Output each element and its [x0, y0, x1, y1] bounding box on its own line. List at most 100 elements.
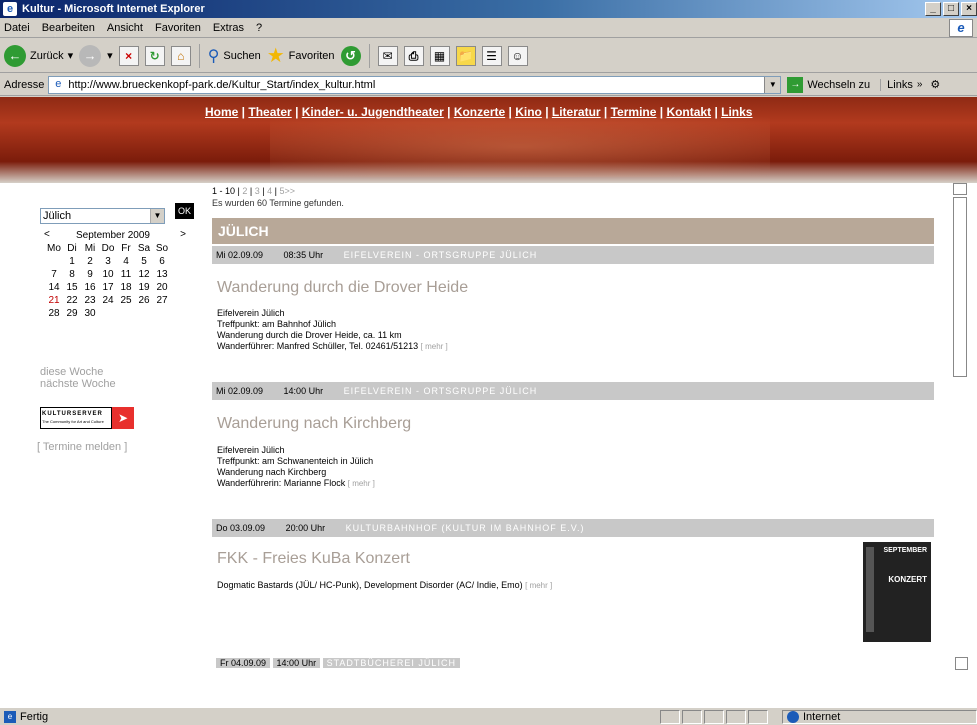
forward-button[interactable]: → — [79, 44, 102, 67]
calendar-day[interactable]: 24 — [99, 295, 117, 306]
calendar-day[interactable]: 4 — [117, 256, 135, 267]
chevron-right-icon[interactable]: » — [917, 79, 923, 90]
event-organizer[interactable]: EIFELVEREIN - ORTSGRUPPE JÜLICH — [344, 386, 538, 396]
calendar-day[interactable]: 6 — [153, 256, 171, 267]
favorites-button[interactable]: ★ Favoriten — [267, 45, 335, 67]
nav-kontakt[interactable]: Kontakt — [666, 105, 711, 119]
nav-konzerte[interactable]: Konzerte — [454, 105, 505, 119]
next-week-link[interactable]: nächste Woche — [40, 378, 116, 390]
nav-theater[interactable]: Theater — [248, 105, 291, 119]
ok-button[interactable]: OK — [175, 203, 194, 219]
address-input[interactable]: e http://www.brueckenkopf-park.de/Kultur… — [48, 75, 782, 94]
stop-icon[interactable]: × — [118, 45, 139, 66]
calendar-day[interactable]: 29 — [63, 308, 81, 319]
calendar-day[interactable]: 13 — [153, 269, 171, 280]
nav-links[interactable]: Links — [721, 105, 752, 119]
messenger-icon[interactable]: ☺ — [507, 45, 528, 66]
go-button[interactable]: Wechseln zu — [807, 79, 870, 91]
nav-termine[interactable]: Termine — [611, 105, 657, 119]
calendar-day[interactable]: 23 — [81, 295, 99, 306]
event-organizer[interactable]: KULTURBAHNHOF (KULTUR IM BAHNHOF E.V.) — [346, 523, 585, 533]
report-event-link[interactable]: [ Termine melden ] — [37, 441, 127, 453]
calendar-day[interactable]: 22 — [63, 295, 81, 306]
menu-ansicht[interactable]: Ansicht — [107, 22, 143, 34]
calendar-day[interactable]: 11 — [117, 269, 135, 280]
search-button[interactable]: ⚲ Suchen — [208, 46, 261, 66]
folder-icon[interactable]: 📁 — [455, 45, 476, 66]
address-dropdown-icon[interactable]: ▼ — [764, 76, 781, 93]
concert-poster[interactable]: SEPTEMBER KONZERT — [863, 542, 931, 642]
calendar-prev-button[interactable]: < — [44, 229, 50, 240]
calendar-day[interactable]: 10 — [99, 269, 117, 280]
nav-literatur[interactable]: Literatur — [552, 105, 601, 119]
calendar-day[interactable]: 21 — [45, 295, 63, 306]
print-icon[interactable]: ⎙ — [403, 45, 424, 66]
menu-help[interactable]: ? — [256, 22, 262, 34]
page-icon: e — [4, 710, 16, 723]
event-organizer[interactable]: STADTBÜCHEREI JÜLICH — [322, 658, 460, 668]
event-title[interactable]: Wanderung durch die Drover Heide — [217, 279, 468, 297]
pager-page-4[interactable]: 4 — [267, 186, 272, 196]
calendar-day[interactable]: 9 — [81, 269, 99, 280]
calendar-day[interactable]: 16 — [81, 282, 99, 293]
pager-page-3[interactable]: 3 — [255, 186, 260, 196]
links-button[interactable]: Links — [880, 78, 913, 91]
calendar-empty-cell — [45, 256, 63, 267]
calendar-day[interactable]: 1 — [63, 256, 81, 267]
calendar-day[interactable]: 12 — [135, 269, 153, 280]
location-select[interactable]: Jülich ▼ — [40, 208, 165, 224]
calendar-day[interactable]: 25 — [117, 295, 135, 306]
calendar-day[interactable]: 28 — [45, 308, 63, 319]
pager-page-2[interactable]: 2 — [242, 186, 247, 196]
calendar-day[interactable]: 7 — [45, 269, 63, 280]
calendar-day[interactable]: 3 — [99, 256, 117, 267]
calendar-day[interactable]: 19 — [135, 282, 153, 293]
calendar-day[interactable]: 18 — [117, 282, 135, 293]
kulturserver-symbol-icon: ➤ — [112, 407, 134, 429]
event-title[interactable]: FKK - Freies KuBa Konzert — [217, 550, 410, 568]
close-button[interactable]: × — [961, 2, 977, 16]
nav-home[interactable]: Home — [205, 105, 238, 119]
calendar-day[interactable]: 14 — [45, 282, 63, 293]
home-icon[interactable]: ⌂ — [170, 45, 191, 66]
nav-kino[interactable]: Kino — [515, 105, 542, 119]
menu-datei[interactable]: Datei — [4, 22, 30, 34]
more-link[interactable]: [ mehr ] — [421, 342, 448, 351]
mail-icon[interactable]: ✉ — [377, 45, 398, 66]
more-link[interactable]: [ mehr ] — [525, 581, 552, 590]
calendar-day[interactable]: 26 — [135, 295, 153, 306]
history-icon[interactable]: ↺ — [340, 45, 361, 66]
menu-extras[interactable]: Extras — [213, 22, 244, 34]
pager-page-5[interactable]: 5>> — [279, 186, 295, 196]
nav-jugendtheater[interactable]: Kinder- u. Jugendtheater — [302, 105, 444, 119]
calendar-weekday: So — [155, 243, 169, 254]
calendar-day[interactable]: 5 — [135, 256, 153, 267]
menu-favoriten[interactable]: Favoriten — [155, 22, 201, 34]
research-icon[interactable]: ☰ — [481, 45, 502, 66]
more-link[interactable]: [ mehr ] — [348, 479, 375, 488]
refresh-icon[interactable]: ↻ — [144, 45, 165, 66]
calendar-day[interactable]: 30 — [81, 308, 99, 319]
calendar-day[interactable]: 15 — [63, 282, 81, 293]
calendar-day[interactable]: 8 — [63, 269, 81, 280]
calendar-next-button[interactable]: > — [180, 229, 186, 240]
toolbar-extension-icon[interactable]: ⚙ — [930, 78, 940, 91]
calendar-day[interactable]: 27 — [153, 295, 171, 306]
frame-scroll-bottom[interactable] — [955, 657, 968, 670]
back-button[interactable]: ← Zurück ▾ — [4, 44, 73, 67]
toolbar-divider — [368, 43, 370, 68]
calendar-day[interactable]: 2 — [81, 256, 99, 267]
this-week-link[interactable]: diese Woche — [40, 366, 116, 378]
event-title[interactable]: Wanderung nach Kirchberg — [217, 415, 411, 433]
event-organizer[interactable]: EIFELVEREIN - ORTSGRUPPE JÜLICH — [344, 250, 538, 260]
minimize-button[interactable]: _ — [925, 2, 941, 16]
menu-bearbeiten[interactable]: Bearbeiten — [42, 22, 95, 34]
calendar-day[interactable]: 20 — [153, 282, 171, 293]
frame-scrollbar[interactable] — [953, 197, 967, 377]
calendar-day[interactable]: 17 — [99, 282, 117, 293]
kulturserver-banner[interactable]: KULTURSERVER The Community for Art and C… — [40, 407, 140, 429]
edit-icon[interactable]: ▦ — [429, 45, 450, 66]
go-arrow-icon[interactable]: → — [787, 76, 804, 93]
frame-scroll-top[interactable] — [953, 183, 967, 195]
maximize-button[interactable]: □ — [943, 2, 959, 16]
